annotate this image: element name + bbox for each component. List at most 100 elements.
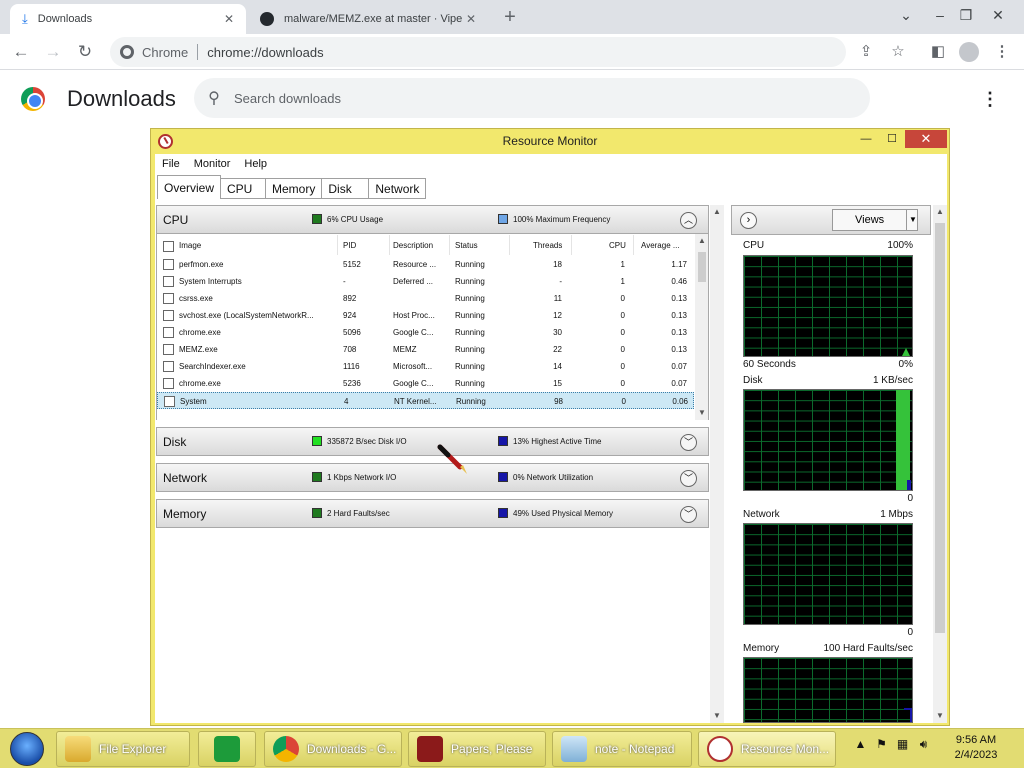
views-dropdown[interactable]: Views ▼ <box>832 209 918 231</box>
taskbar-papers-please[interactable]: Papers, Please <box>408 731 546 767</box>
close-window-icon[interactable]: ✕ <box>984 2 1012 28</box>
dropdown-arrow-icon[interactable]: ▼ <box>906 210 919 230</box>
col-header-pid[interactable]: PID <box>343 241 356 250</box>
chrome-menu-icon[interactable]: ⋮ <box>990 40 1014 64</box>
memory-section-header[interactable]: Memory 2 Hard Faults/sec 49% Used Physic… <box>156 499 709 528</box>
scroll-down-icon[interactable]: ▼ <box>695 408 708 417</box>
maximize-icon[interactable]: ☐ <box>879 130 905 148</box>
side-panel-icon[interactable]: ◧ <box>926 40 950 64</box>
tab-disk[interactable]: Disk <box>321 178 370 199</box>
show-hidden-icons-icon[interactable]: ▲ <box>850 737 871 752</box>
bookmark-star-icon[interactable]: ☆ <box>886 40 910 64</box>
network-icon[interactable]: ▦ <box>892 737 913 752</box>
select-all-checkbox[interactable] <box>163 241 174 252</box>
chrome-icon <box>273 736 299 762</box>
scroll-thumb[interactable] <box>935 223 945 633</box>
panel-scrollbar[interactable]: ▲ ▼ <box>710 205 724 723</box>
start-button[interactable] <box>10 732 44 766</box>
volume-icon[interactable]: 🔊︎ <box>913 737 934 752</box>
scroll-up-icon[interactable]: ▲ <box>933 207 947 216</box>
close-icon[interactable]: ✕ <box>220 12 238 26</box>
col-header-threads[interactable]: Threads <box>533 241 562 250</box>
scroll-up-icon[interactable]: ▲ <box>710 207 724 216</box>
col-header-description[interactable]: Description <box>393 241 433 250</box>
clock-time: 9:56 AM <box>955 734 997 746</box>
tab-github[interactable]: malware/MEMZ.exe at master · Viper4 ✕ <box>248 4 488 34</box>
tab-network[interactable]: Network <box>368 178 427 199</box>
table-row[interactable]: System Interrupts - Deferred ... Running - 1 0… <box>157 273 694 290</box>
menu-monitor[interactable]: Monitor <box>187 158 238 170</box>
table-row[interactable]: svchost.exe (LocalSystemNetworkR... 924 Ho… <box>157 307 694 324</box>
taskbar-store[interactable] <box>198 731 256 767</box>
search-input[interactable] <box>234 90 834 106</box>
taskbar-chrome[interactable]: Downloads - G... <box>264 731 402 767</box>
expand-arrow-icon[interactable]: › <box>740 212 757 229</box>
table-row[interactable]: System 4 NT Kernel... Running 98 0 0.06 <box>157 392 694 409</box>
taskbar-file-explorer[interactable]: File Explorer <box>56 731 190 767</box>
search-downloads-bar[interactable]: ⚲ <box>194 78 870 118</box>
tab-downloads[interactable]: ⤓ Downloads ✕ <box>10 4 246 34</box>
col-header-status[interactable]: Status <box>455 241 478 250</box>
table-row[interactable]: MEMZ.exe 708 MEMZ Running 22 0 0.13 <box>157 341 694 358</box>
clock[interactable]: 9:56 AM 2/4/2023 <box>946 733 1006 763</box>
back-icon[interactable]: ← <box>8 39 34 65</box>
row-checkbox[interactable] <box>163 276 174 287</box>
expand-chevron-down-icon[interactable]: ﹀ <box>680 470 697 487</box>
window-title-bar[interactable]: Resource Monitor — ☐ ✕ <box>151 129 949 154</box>
expand-chevron-down-icon[interactable]: ﹀ <box>680 506 697 523</box>
disk-section-header[interactable]: Disk 335872 B/sec Disk I/O 13% Highest A… <box>156 427 709 456</box>
profile-avatar-icon[interactable] <box>957 40 981 64</box>
col-header-average[interactable]: Average ... <box>641 241 680 250</box>
collapse-chevron-up-icon[interactable]: ︿ <box>680 212 697 229</box>
network-section-header[interactable]: Network 1 Kbps Network I/O 0% Network Ut… <box>156 463 709 492</box>
address-bar[interactable]: Chrome chrome://downloads <box>110 37 846 67</box>
taskbar-notepad[interactable]: note - Notepad <box>552 731 692 767</box>
tab-cpu[interactable]: CPU <box>220 178 267 199</box>
table-row[interactable]: csrss.exe 892 Running 11 0 0.13 <box>157 290 694 307</box>
scroll-thumb[interactable] <box>698 252 706 282</box>
row-checkbox[interactable] <box>163 293 174 304</box>
col-header-cpu[interactable]: CPU <box>609 241 626 250</box>
row-checkbox[interactable] <box>163 378 174 389</box>
cell-cpu: 0 <box>621 397 626 406</box>
tab-memory[interactable]: Memory <box>265 178 323 199</box>
row-checkbox[interactable] <box>163 327 174 338</box>
expand-chevron-down-icon[interactable]: ﹀ <box>680 434 697 451</box>
scroll-up-icon[interactable]: ▲ <box>695 236 708 245</box>
chrome-chip[interactable]: Chrome <box>110 45 188 60</box>
menu-file[interactable]: File <box>155 158 187 170</box>
tab-overview[interactable]: Overview <box>157 175 222 199</box>
table-scrollbar[interactable]: ▲ ▼ <box>695 234 708 420</box>
graphs-scrollbar[interactable]: ▲ ▼ <box>933 205 947 723</box>
flag-icon[interactable]: ⚑ <box>871 737 892 752</box>
cell-image: svchost.exe (LocalSystemNetworkR... <box>179 311 314 320</box>
scroll-down-icon[interactable]: ▼ <box>710 711 724 720</box>
table-row[interactable]: chrome.exe 5096 Google C... Running 30 0 0.13 <box>157 324 694 341</box>
row-checkbox[interactable] <box>163 344 174 355</box>
process-table: Image PID Description Status Threads CPU… <box>156 234 709 420</box>
more-options-icon[interactable]: ⋮ <box>978 88 1002 110</box>
table-row[interactable]: chrome.exe 5236 Google C... Running 15 0 0.07 <box>157 375 694 392</box>
row-checkbox[interactable] <box>163 310 174 321</box>
minimize-icon[interactable]: — <box>853 130 879 148</box>
close-icon[interactable]: ✕ <box>905 130 947 148</box>
menu-help[interactable]: Help <box>237 158 274 170</box>
url-text[interactable]: chrome://downloads <box>207 45 323 60</box>
share-icon[interactable]: ⇪ <box>854 40 878 64</box>
scroll-down-icon[interactable]: ▼ <box>933 711 947 720</box>
forward-icon[interactable]: → <box>40 39 66 65</box>
close-icon[interactable]: ✕ <box>462 12 480 26</box>
row-checkbox[interactable] <box>163 361 174 372</box>
table-row[interactable]: perfmon.exe 5152 Resource ... Running 18 1 1.1… <box>157 256 694 273</box>
cpu-section-header[interactable]: CPU 6% CPU Usage 100% Maximum Frequency … <box>156 205 709 234</box>
taskbar-resource-monitor[interactable]: Resource Mon... <box>698 731 836 767</box>
row-checkbox[interactable] <box>164 396 175 407</box>
new-tab-button[interactable]: + <box>498 6 522 30</box>
col-header-image[interactable]: Image <box>179 241 201 250</box>
tab-search-chevron-icon[interactable]: ⌄ <box>892 2 920 28</box>
restore-icon[interactable]: ❐ <box>952 2 980 28</box>
reload-icon[interactable]: ↻ <box>72 39 98 65</box>
table-row[interactable]: SearchIndexer.exe 1116 Microsoft... Running… <box>157 358 694 375</box>
minimize-icon[interactable]: – <box>926 2 954 28</box>
row-checkbox[interactable] <box>163 259 174 270</box>
